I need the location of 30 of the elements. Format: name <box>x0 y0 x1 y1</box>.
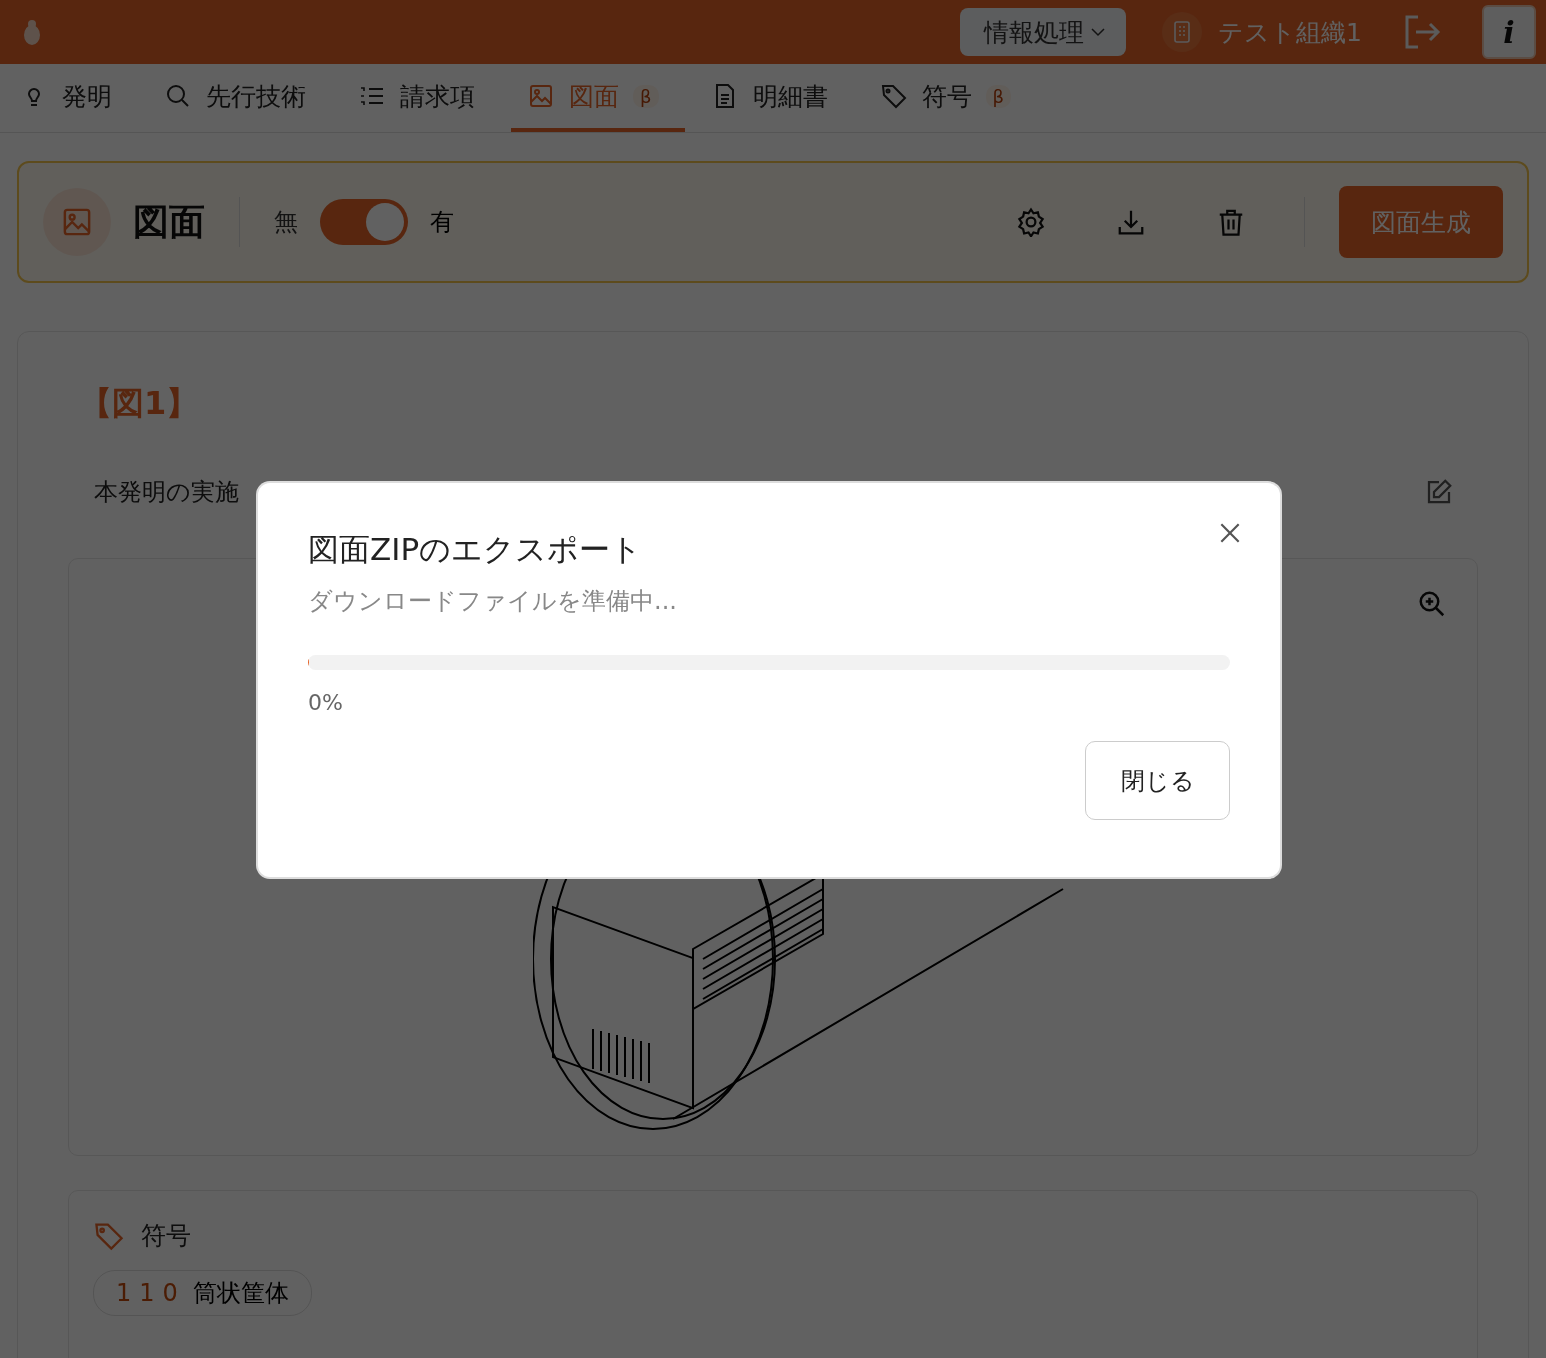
workspace-dropdown[interactable]: 情報処理 <box>960 8 1127 56</box>
on-label: 有 <box>430 207 454 238</box>
building-icon <box>1162 12 1203 52</box>
dialog-title: 図面ZIPのエクスポート <box>308 530 644 569</box>
close-button[interactable]: 閉じる <box>1085 741 1230 820</box>
organization-name: テスト組織1 <box>1218 16 1362 49</box>
tab[interactable]: 明細書 <box>694 64 854 132</box>
tab[interactable]: 符号 β <box>863 64 1037 132</box>
progress-percent: 0% <box>308 690 344 715</box>
info-button[interactable]: i <box>1482 5 1536 59</box>
reference-chip[interactable]: 110 筒状筐体 <box>93 1270 313 1316</box>
settings-icon[interactable] <box>1016 207 1046 237</box>
tab[interactable]: 発明 <box>4 64 138 132</box>
tab[interactable]: 請求項 <box>342 64 501 132</box>
off-label: 無 <box>274 207 298 238</box>
toggle-switch[interactable] <box>320 199 408 245</box>
beta-badge: β <box>633 84 659 108</box>
generate-button[interactable]: 図面生成 <box>1339 186 1503 258</box>
image-icon <box>527 82 555 110</box>
figure-caption: 本発明の実施 <box>94 477 239 508</box>
beta-badge: β <box>985 84 1011 108</box>
zoom-in-icon[interactable] <box>1417 589 1447 619</box>
section-title: 図面 <box>133 199 205 244</box>
dialog-message: ダウンロードファイルを準備中... <box>308 586 678 617</box>
tag-icon <box>879 82 908 110</box>
chevron-down-icon <box>1090 27 1107 37</box>
figure-heading: 【図1】 <box>80 383 200 424</box>
logo-icon <box>22 18 42 46</box>
tab[interactable]: 先行技術 <box>148 64 332 132</box>
section-title: 符号 <box>141 1220 191 1252</box>
